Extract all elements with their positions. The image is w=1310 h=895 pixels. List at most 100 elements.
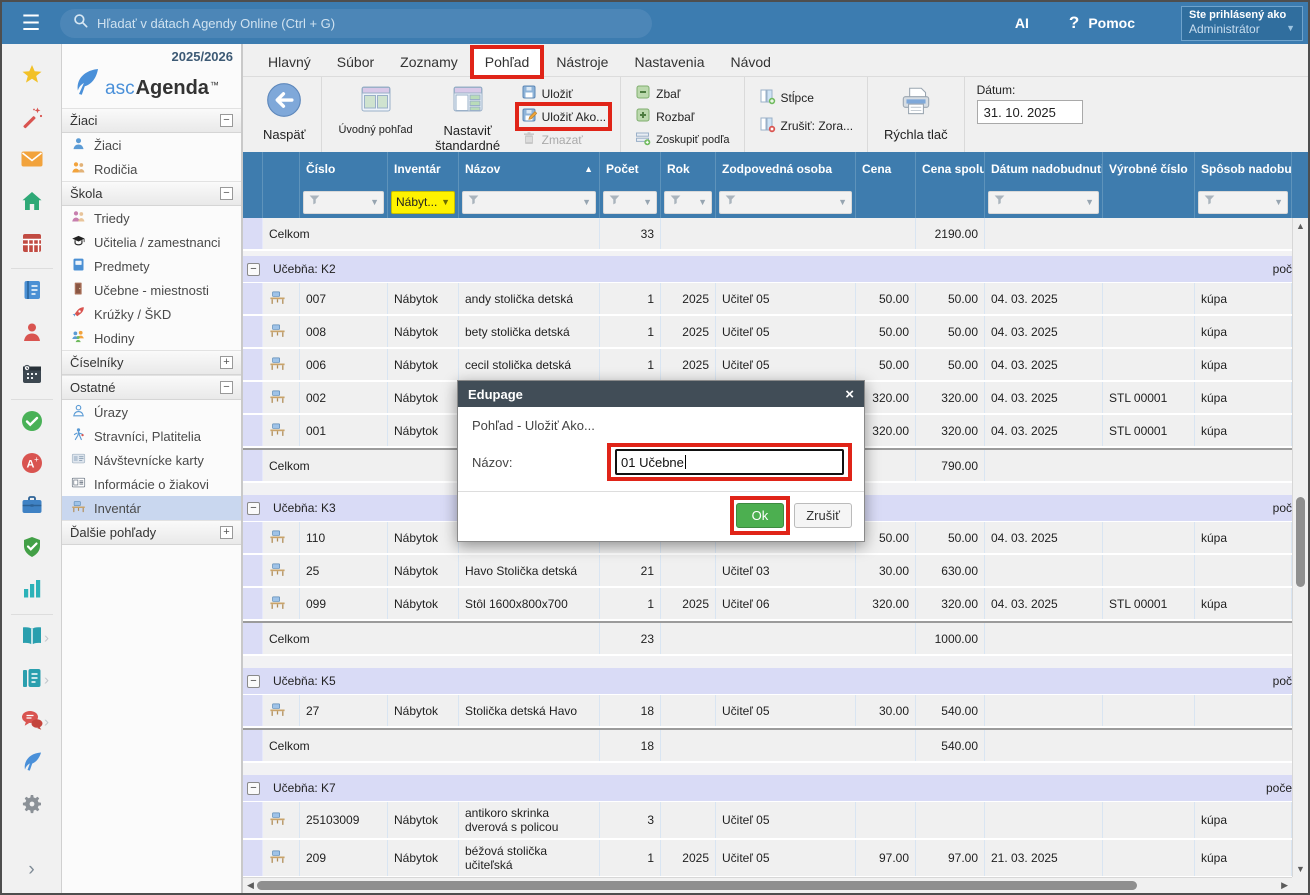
sidebar-item-Návštevnícke karty[interactable]: Návštevnícke karty — [62, 448, 241, 472]
dialog-titlebar[interactable]: Edupage × — [458, 381, 864, 407]
rail-item-bar-chart[interactable] — [2, 570, 61, 612]
column-header-vyrobne[interactable]: Výrobné číslo — [1103, 152, 1195, 186]
table-row[interactable]: 209Nábytokbéžová stolička učiteľská12025… — [243, 840, 1292, 877]
table-row[interactable]: 25NábytokHavo Stolička detská21Učiteľ 03… — [243, 555, 1292, 588]
date-input[interactable]: 31. 10. 2025 — [977, 100, 1083, 124]
rail-item-open-book[interactable]: › — [2, 617, 61, 659]
column-header-cena_spolu[interactable]: Cena spolu — [916, 152, 985, 186]
collapse-box-icon[interactable]: − — [220, 187, 233, 200]
rail-expand-chevron[interactable]: › — [28, 859, 34, 881]
rail-item-notebook[interactable] — [2, 271, 61, 313]
menu-Hlavný[interactable]: Hlavný — [257, 48, 322, 76]
columns-button[interactable]: Stĺpce — [759, 88, 854, 108]
sidebar-item-Predmety[interactable]: Predmety — [62, 254, 241, 278]
rail-item-calendar-clock[interactable] — [2, 355, 61, 397]
group-collapse-icon[interactable]: − — [247, 675, 260, 688]
table-row[interactable]: 27NábytokStolička detská Havo18Učiteľ 05… — [243, 695, 1292, 728]
rail-item-asc-pencil[interactable] — [2, 743, 61, 785]
column-header-cena[interactable]: Cena — [856, 152, 916, 186]
table-row[interactable]: 25103009Nábytokantikoro skrinka dverová … — [243, 802, 1292, 840]
table-row[interactable]: 006Nábytokcecil stolička detská12025Učit… — [243, 349, 1292, 382]
column-header-cislo[interactable]: Číslo — [300, 152, 388, 186]
rail-item-timetable-grid[interactable] — [2, 224, 61, 266]
column-header-nazov[interactable]: Názov▲ — [459, 152, 600, 186]
collapse-box-icon[interactable]: − — [220, 381, 233, 394]
rail-item-home[interactable] — [2, 182, 61, 224]
collapse-box-icon[interactable]: − — [220, 114, 233, 127]
rail-item-grade-a-plus[interactable]: A+ — [2, 444, 61, 486]
rail-item-shield-check[interactable] — [2, 528, 61, 570]
horizontal-scroll-thumb[interactable] — [257, 881, 1137, 890]
sidebar-section-Ostatné[interactable]: Ostatné− — [62, 375, 241, 400]
ok-button[interactable]: Ok — [736, 503, 785, 528]
column-header-rok[interactable]: Rok — [661, 152, 716, 186]
filter-pocet[interactable]: ▼ — [603, 191, 657, 214]
sidebar-item-Rodičia[interactable]: Rodičia — [62, 157, 241, 181]
scroll-left-icon[interactable]: ◀ — [247, 880, 254, 891]
rail-item-settings-gear[interactable] — [2, 785, 61, 827]
sidebar-section-Ďalšie pohľady[interactable]: Ďalšie pohľady+ — [62, 520, 241, 545]
user-dropdown[interactable]: Ste prihlásený ako Administrátor ▼ — [1181, 6, 1303, 41]
scroll-up-icon[interactable]: ▲ — [1293, 221, 1308, 231]
menu-Zoznamy[interactable]: Zoznamy — [389, 48, 469, 76]
filter-osoba[interactable]: ▼ — [719, 191, 852, 214]
sidebar-item-Úrazy[interactable]: Úrazy — [62, 400, 241, 424]
rail-item-person[interactable] — [2, 313, 61, 355]
filter-sposob[interactable]: ▼ — [1198, 191, 1288, 214]
set-default-button[interactable]: Nastaviť štandardné — [421, 82, 515, 147]
sidebar-section-Škola[interactable]: Škola− — [62, 181, 241, 206]
rail-item-chat-bubbles[interactable]: › — [2, 701, 61, 743]
rail-item-mail-envelope[interactable] — [2, 140, 61, 182]
save-button[interactable]: Uložiť — [521, 84, 607, 103]
sidebar-item-Učebne - miestnosti[interactable]: Učebne - miestnosti — [62, 278, 241, 302]
column-header-sposob[interactable]: Spôsob nadobudnutia — [1195, 152, 1292, 186]
sidebar-item-Krúžky / ŠKD[interactable]: Krúžky / ŠKD — [62, 302, 241, 326]
column-header-expander[interactable] — [243, 152, 263, 186]
group-by-button[interactable]: Zoskupiť podľa — [635, 130, 729, 149]
menu-Nástroje[interactable]: Nástroje — [545, 48, 619, 76]
initial-view-button[interactable]: Úvodný pohľad — [330, 82, 420, 147]
rail-item-favorites-star[interactable] — [2, 56, 61, 98]
filter-inventar[interactable]: Nábyt...▼ — [391, 191, 455, 214]
delete-button[interactable]: Zmazať — [521, 130, 607, 149]
horizontal-scrollbar[interactable]: ◀ ▶ — [243, 877, 1292, 893]
rail-item-documents[interactable]: › — [2, 659, 61, 701]
table-row[interactable]: 007Nábytokandy stolička detská12025Učite… — [243, 283, 1292, 316]
help-button[interactable]: ? Pomoc — [1069, 13, 1135, 33]
rail-item-magic-wand[interactable] — [2, 98, 61, 140]
back-button[interactable]: Naspäť — [255, 82, 313, 147]
name-input[interactable]: 01 Učebne — [615, 449, 844, 475]
sidebar-item-Učitelia / zamestnanci[interactable]: Učitelia / zamestnanci — [62, 230, 241, 254]
cancel-button[interactable]: Zrušiť — [794, 503, 852, 528]
save-as-button[interactable]: Uložiť Ako... — [521, 107, 607, 126]
hamburger-menu-icon[interactable]: ☰ — [2, 11, 60, 36]
menu-Návod[interactable]: Návod — [720, 48, 782, 76]
column-header-osoba[interactable]: Zodpovedná osoba — [716, 152, 856, 186]
table-row[interactable]: 008Nábytokbety stolička detská12025Učite… — [243, 316, 1292, 349]
column-header-pocet[interactable]: Počet — [600, 152, 661, 186]
menu-Nastavenia[interactable]: Nastavenia — [623, 48, 715, 76]
vertical-scrollbar[interactable]: ▲ ▼ — [1292, 218, 1308, 877]
sidebar-item-Triedy[interactable]: Triedy — [62, 206, 241, 230]
column-header-icon[interactable] — [263, 152, 300, 186]
scroll-right-icon[interactable]: ▶ — [1281, 880, 1288, 891]
group-collapse-icon[interactable]: − — [247, 782, 260, 795]
filter-cislo[interactable]: ▼ — [303, 191, 384, 214]
filter-nazov[interactable]: ▼ — [462, 191, 596, 214]
ai-button[interactable]: AI — [1015, 15, 1029, 31]
sidebar-section-Číselníky[interactable]: Číselníky+ — [62, 350, 241, 375]
column-header-datum[interactable]: Dátum nadobudnutia — [985, 152, 1103, 186]
menu-Súbor[interactable]: Súbor — [326, 48, 385, 76]
rail-item-briefcase[interactable] — [2, 486, 61, 528]
quick-print-button[interactable]: Rýchla tlač — [876, 82, 956, 147]
rail-item-check-circle[interactable] — [2, 402, 61, 444]
cancel-sort-button[interactable]: Zrušiť: Zora... — [759, 116, 854, 136]
collapse-button[interactable]: Zbaľ — [635, 84, 729, 103]
column-header-inventar[interactable]: Inventár — [388, 152, 459, 186]
expand-box-icon[interactable]: + — [220, 356, 233, 369]
vertical-scroll-thumb[interactable] — [1296, 497, 1305, 587]
school-year[interactable]: 2025/2026 — [62, 44, 241, 64]
search-input[interactable]: Hľadať v dátach Agendy Online (Ctrl + G) — [60, 9, 652, 38]
expand-button[interactable]: Rozbaľ — [635, 107, 729, 126]
sidebar-item-Inventár[interactable]: Inventár — [62, 496, 241, 520]
